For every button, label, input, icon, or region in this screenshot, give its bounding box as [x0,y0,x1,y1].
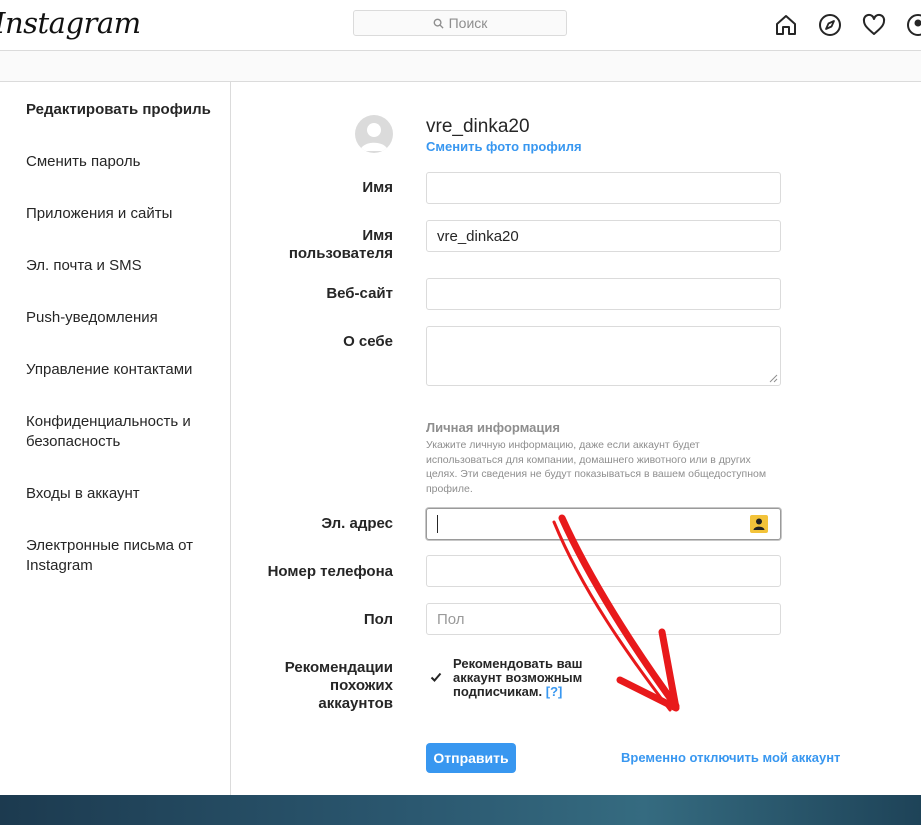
name-label: Имя [362,179,393,196]
avatar[interactable] [355,115,393,153]
top-navigation-bar: Instagram Поиск [0,0,921,51]
username-label: Имя пользователя [288,227,393,262]
submit-button[interactable]: Отправить [426,743,516,773]
sidebar-item-edit-profile[interactable]: Редактировать профиль [26,100,222,120]
profile-icon[interactable] [906,13,921,37]
personal-info-title: Личная информация [426,420,560,435]
website-field[interactable] [426,278,781,310]
sidebar-item-contacts[interactable]: Управление контактами [26,360,222,380]
search-icon [433,18,444,29]
annotation-arrow-icon [552,514,680,712]
home-icon[interactable] [774,13,798,37]
bio-textarea[interactable] [426,326,781,386]
header-spacer [0,51,921,81]
username-field[interactable]: vre_dinka20 [426,220,781,252]
recommend-checkbox[interactable] [428,669,444,685]
website-label: Веб-сайт [326,285,393,302]
email-label: Эл. адрес [321,515,393,532]
sidebar-item-privacy[interactable]: Конфиденциальность и безопасность [26,412,222,452]
checkmark-icon [430,672,442,682]
sidebar-item-change-password[interactable]: Сменить пароль [26,152,222,172]
phone-label: Номер телефона [267,563,393,580]
profile-username: vre_dinka20 [426,116,530,137]
disable-account-link[interactable]: Временно отключить мой аккаунт [621,750,840,765]
explore-icon[interactable] [818,13,842,37]
settings-sidebar: Редактировать профиль Сменить пароль При… [0,82,231,796]
instagram-logo[interactable]: Instagram [0,6,141,40]
personal-info-description: Укажите личную информацию, даже если акк… [426,439,767,495]
gender-label: Пол [363,611,393,628]
search-placeholder: Поиск [448,15,488,31]
resize-handle-icon[interactable] [769,374,778,383]
sidebar-item-login-activity[interactable]: Входы в аккаунт [26,484,222,504]
change-photo-link[interactable]: Сменить фото профиля [426,139,582,154]
name-field[interactable] [426,172,781,204]
contact-autofill-icon[interactable] [750,515,768,533]
default-avatar-icon [360,123,388,151]
sidebar-item-emails[interactable]: Электронные письма от Instagram [26,536,222,576]
sidebar-item-email-sms[interactable]: Эл. почта и SMS [26,256,222,276]
heart-icon[interactable] [862,13,886,37]
search-input[interactable]: Поиск [353,10,567,36]
desktop-background [0,795,921,825]
sidebar-item-apps[interactable]: Приложения и сайты [26,204,222,224]
text-cursor [437,515,438,533]
bio-label: О себе [343,333,393,350]
recommend-label: Рекомендации похожих аккаунтов [284,659,393,712]
sidebar-item-push[interactable]: Push-уведомления [26,308,222,328]
